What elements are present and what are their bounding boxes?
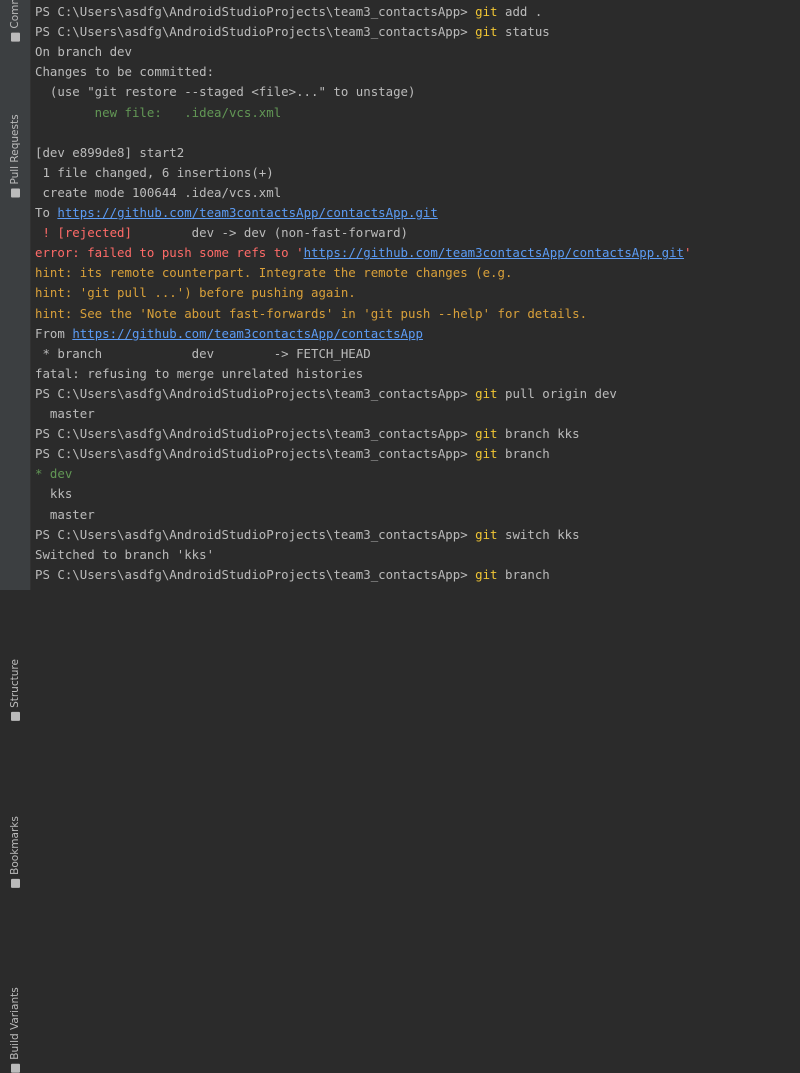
command-keyword: git	[475, 526, 498, 542]
command-keyword: git	[475, 385, 498, 401]
terminal-text: PS C:\Users\asdfg\AndroidStudioProjects\…	[35, 385, 476, 401]
terminal-line: * dev	[35, 464, 72, 484]
terminal-line: Changes to be committed:	[35, 62, 214, 82]
terminal-text: new file: .idea/vcs.xml	[35, 104, 282, 120]
terminal-text: PS C:\Users\asdfg\AndroidStudioProjects\…	[35, 24, 476, 40]
sidebar-tab-label: Structure	[9, 659, 21, 708]
terminal-text: master	[35, 406, 95, 421]
sidebar-tab-structure[interactable]: Structure	[0, 330, 30, 721]
sidebar-tab-label: Build Variants	[9, 987, 21, 1060]
sidebar-tab-commit[interactable]: Comm	[0, 0, 30, 44]
terminal-text: '	[684, 245, 692, 261]
terminal-line: kks	[35, 484, 72, 504]
commit-icon	[10, 32, 20, 42]
build-variants-icon	[10, 1063, 20, 1073]
terminal-line: PS C:\Users\asdfg\AndroidStudioProjects\…	[35, 2, 542, 22]
terminal-line: hint: its remote counterpart. Integrate …	[35, 263, 512, 283]
terminal-line: [dev e899de8] start2	[35, 143, 184, 163]
command-keyword: git	[475, 426, 498, 442]
sidebar-tab-bookmarks[interactable]: Bookmarks	[0, 406, 30, 888]
terminal-text: branch	[497, 446, 550, 462]
sidebar-tab-label: Pull Requests	[9, 114, 21, 185]
terminal-line: PS C:\Users\asdfg\AndroidStudioProjects\…	[35, 525, 580, 545]
sidebar-tab-build-variants[interactable]: Build Variants	[0, 496, 30, 1073]
terminal-line: create mode 100644 .idea/vcs.xml	[35, 183, 281, 203]
terminal-text: master	[35, 506, 95, 522]
terminal-line: hint: See the 'Note about fast-forwards'…	[35, 304, 587, 324]
terminal-text: Switched to branch 'kks'	[35, 546, 215, 562]
terminal-text: hint: See the 'Note about fast-forwards'…	[35, 305, 588, 321]
terminal-text: branch	[497, 566, 550, 582]
terminal-text: hint: 'git pull ...') before pushing aga…	[35, 285, 356, 301]
terminal-text: dev -> dev (non-fast-forward)	[131, 225, 408, 241]
terminal-text: From	[35, 325, 73, 341]
terminal-line: (use "git restore --staged <file>..." to…	[35, 82, 416, 102]
terminal-text: (use "git restore --staged <file>..." to…	[35, 84, 416, 100]
terminal-text: kks	[35, 486, 73, 502]
repo-link[interactable]: https://github.com/team3contactsApp/cont…	[304, 245, 684, 260]
terminal-line: From https://github.com/team3contactsApp…	[35, 324, 423, 344]
terminal-line: PS C:\Users\asdfg\AndroidStudioProjects\…	[35, 22, 550, 42]
terminal-line: * branch dev -> FETCH_HEAD	[35, 344, 371, 364]
terminal-text: PS C:\Users\asdfg\AndroidStudioProjects\…	[35, 426, 476, 442]
terminal-line: master	[35, 505, 95, 525]
terminal-text: 1 file changed, 6 insertions(+)	[35, 164, 274, 180]
terminal-line: error: failed to push some refs to 'http…	[35, 243, 691, 263]
repo-link[interactable]: https://github.com/team3contactsApp/cont…	[57, 205, 437, 220]
terminal-text: status	[497, 24, 550, 40]
sidebar-tab-label: Bookmarks	[9, 816, 21, 875]
terminal-text: On branch dev	[35, 44, 132, 60]
terminal-text: PS C:\Users\asdfg\AndroidStudioProjects\…	[35, 566, 476, 582]
command-keyword: git	[475, 4, 498, 19]
terminal-line: PS C:\Users\asdfg\AndroidStudioProjects\…	[35, 384, 617, 404]
pull-request-icon	[10, 188, 20, 198]
terminal-text: pull origin dev	[497, 385, 617, 401]
terminal-line: 1 file changed, 6 insertions(+)	[35, 163, 274, 183]
terminal-text: PS C:\Users\asdfg\AndroidStudioProjects\…	[35, 526, 476, 542]
terminal-line: PS C:\Users\asdfg\AndroidStudioProjects\…	[35, 444, 550, 464]
terminal-line: hint: 'git pull ...') before pushing aga…	[35, 283, 356, 303]
terminal-text: Changes to be committed:	[35, 64, 215, 80]
structure-icon	[10, 711, 20, 721]
terminal-text: * dev	[35, 466, 73, 482]
terminal-text: PS C:\Users\asdfg\AndroidStudioProjects\…	[35, 4, 476, 19]
terminal-line: On branch dev	[35, 42, 132, 62]
terminal-line: master	[35, 404, 95, 424]
terminal-text: branch kks	[497, 426, 580, 442]
terminal-text: PS C:\Users\asdfg\AndroidStudioProjects\…	[35, 446, 476, 462]
command-keyword: git	[475, 446, 498, 462]
terminal-text: add .	[497, 4, 543, 19]
repo-link[interactable]: https://github.com/team3contactsApp/cont…	[72, 326, 423, 341]
terminal-output[interactable]: PS C:\Users\asdfg\AndroidStudioProjects\…	[35, 0, 800, 590]
terminal-line: Switched to branch 'kks'	[35, 545, 214, 565]
terminal-text: hint: its remote counterpart. Integrate …	[35, 265, 513, 281]
terminal-text: error: failed to push some refs to '	[35, 245, 304, 261]
terminal-line: fatal: refusing to merge unrelated histo…	[35, 364, 363, 384]
terminal-text: To	[35, 205, 58, 220]
terminal-line: PS C:\Users\asdfg\AndroidStudioProjects\…	[35, 565, 550, 585]
terminal-text: switch kks	[497, 526, 580, 542]
tool-window-sidebar: Comm Pull Requests Structure Bookmarks B…	[0, 0, 31, 1073]
terminal-text: create mode 100644 .idea/vcs.xml	[35, 184, 282, 200]
terminal-line: PS C:\Users\asdfg\AndroidStudioProjects\…	[35, 424, 580, 444]
command-keyword: git	[475, 566, 498, 582]
rejected-marker: ! [rejected]	[35, 225, 132, 241]
terminal-line: ! [rejected] dev -> dev (non-fast-forwar…	[35, 223, 408, 243]
sidebar-tab-label: Comm	[9, 0, 21, 29]
bookmark-icon	[10, 878, 20, 888]
command-keyword: git	[475, 24, 498, 40]
sidebar-tab-pull-requests[interactable]: Pull Requests	[0, 56, 30, 198]
terminal-line: new file: .idea/vcs.xml	[35, 103, 282, 123]
terminal-text: fatal: refusing to merge unrelated histo…	[35, 365, 364, 381]
terminal-line: To https://github.com/team3contactsApp/c…	[35, 203, 438, 223]
terminal-text: [dev e899de8] start2	[35, 144, 185, 160]
terminal-text: * branch dev -> FETCH_HEAD	[35, 345, 371, 361]
